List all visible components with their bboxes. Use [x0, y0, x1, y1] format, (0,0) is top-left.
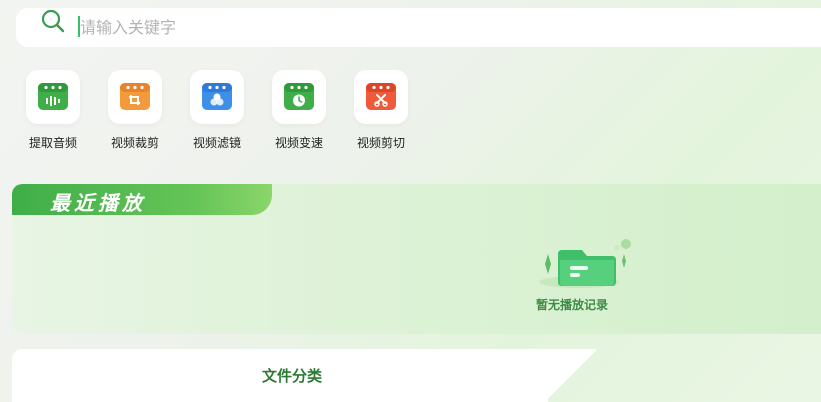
tool-tile[interactable] — [26, 70, 80, 124]
audio-extract-icon — [38, 83, 68, 110]
tool-tile[interactable] — [272, 70, 326, 124]
file-category-card[interactable]: 文件分类 — [12, 349, 548, 402]
tool-video-cut[interactable]: 视频剪切 — [350, 70, 430, 160]
tool-label: 视频变速 — [274, 136, 323, 150]
video-filter-icon — [202, 83, 232, 110]
file-category-title: 文件分类 — [261, 367, 322, 385]
video-crop-icon — [120, 83, 150, 110]
search-input[interactable] — [80, 12, 480, 42]
card-slant-edge — [546, 349, 596, 402]
search-icon — [41, 9, 65, 33]
empty-state-text: 暂无播放记录 — [536, 298, 609, 312]
empty-folder-icon — [539, 239, 631, 288]
tool-tile[interactable] — [190, 70, 244, 124]
tool-video-crop[interactable]: 视频裁剪 — [104, 70, 184, 160]
recent-playback-card: 最近播放 暂无播放记录 — [12, 184, 821, 334]
tool-label: 视频滤镜 — [192, 136, 241, 150]
tool-video-speed[interactable]: 视频变速 — [268, 70, 348, 160]
video-cut-icon — [366, 83, 396, 110]
tool-video-filter[interactable]: 视频滤镜 — [186, 70, 266, 160]
tool-label: 视频裁剪 — [110, 136, 159, 150]
video-speed-icon — [284, 83, 314, 110]
tool-tile[interactable] — [108, 70, 162, 124]
tool-extract-audio[interactable]: 提取音频 — [22, 70, 102, 160]
tool-label: 提取音频 — [28, 136, 77, 150]
recent-playback-title: 最近播放 — [50, 191, 146, 215]
tool-tile[interactable] — [354, 70, 408, 124]
recent-playback-tab: 最近播放 — [12, 184, 272, 215]
tool-label: 视频剪切 — [356, 136, 405, 150]
tool-shortcuts: 提取音频 视频裁剪 视频滤镜 视频变速 视频剪切 — [0, 70, 430, 160]
